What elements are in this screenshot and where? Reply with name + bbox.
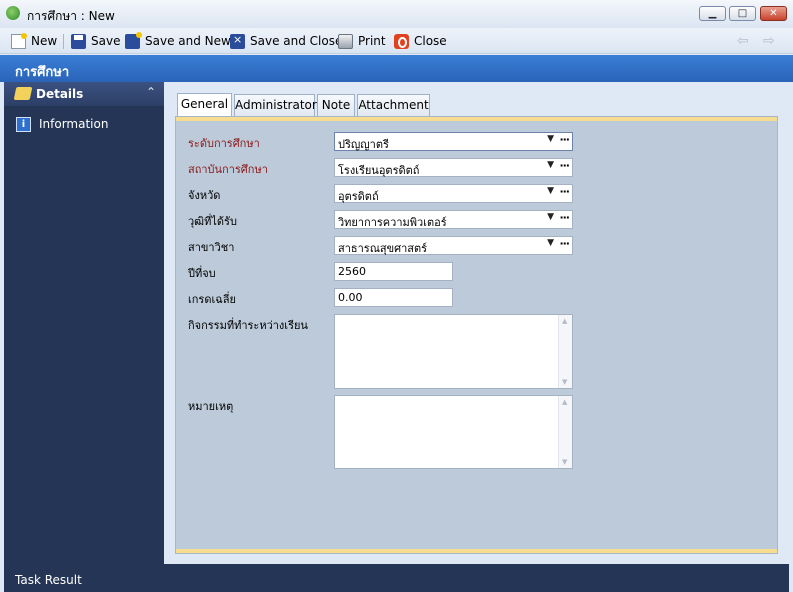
save-and-new-label: Save and New (145, 34, 231, 48)
province-combo[interactable]: อุตรดิตถ์ ▼ ··· (334, 184, 573, 203)
remarks-scrollbar[interactable]: ▲ ▼ (558, 396, 572, 468)
graduation-year-label: ปีที่จบ (188, 267, 216, 280)
ellipsis-icon[interactable]: ··· (559, 185, 570, 198)
institution-label: สถาบันการศึกษา (188, 163, 268, 176)
scroll-up-arrow-icon[interactable]: ▲ (562, 317, 567, 325)
degree-combo[interactable]: วิทยาการความพิวเตอร์ ▼ ··· (334, 210, 573, 229)
tab-note[interactable]: Note (317, 94, 355, 116)
dropdown-arrow-icon[interactable]: ▼ (547, 160, 554, 170)
dropdown-arrow-icon[interactable]: ▼ (547, 212, 554, 222)
close-window-button[interactable]: ✕ (760, 6, 787, 21)
activities-textarea[interactable]: ▲ ▼ (334, 314, 573, 389)
save-and-new-button[interactable]: Save and New (125, 31, 231, 50)
remarks-label: หมายเหตุ (188, 400, 234, 413)
details-section-header[interactable]: Details ⌃ (4, 82, 164, 106)
tab-page-bottom-accent (176, 549, 777, 553)
province-label: จังหวัด (188, 189, 221, 202)
toolbar: New Save Save and New Save and Close Pri… (0, 28, 793, 54)
new-button[interactable]: New (11, 32, 57, 50)
save-button-label: Save (91, 34, 121, 48)
previous-record-arrow-icon[interactable]: ⇦ (737, 33, 749, 49)
save-icon (71, 33, 86, 49)
activities-label: กิจกรรมที่ทำระหว่างเรียน (188, 319, 308, 332)
app-icon (6, 6, 20, 20)
sidebar-item-information[interactable]: i Information (4, 114, 164, 136)
details-section-title: Details (36, 87, 84, 101)
toolbar-separator (63, 34, 64, 49)
general-tab-page: ระดับการศึกษา ปริญญาตรี ▼ ··· สถาบันการศ… (175, 116, 778, 554)
degree-value: วิทยาการความพิวเตอร์ (338, 216, 447, 229)
status-bar: Task Result (4, 564, 789, 592)
form-header: การศึกษา (0, 55, 793, 82)
main-content: General Administrator Note Attachment ระ… (164, 82, 789, 564)
task-result-label[interactable]: Task Result (15, 573, 82, 587)
institution-combo[interactable]: โรงเรียนอุตรดิตถ์ ▼ ··· (334, 158, 573, 177)
save-button[interactable]: Save (71, 32, 120, 50)
scroll-down-arrow-icon[interactable]: ▼ (562, 458, 567, 466)
institution-value: โรงเรียนอุตรดิตถ์ (338, 164, 420, 177)
maximize-button[interactable]: □ (729, 6, 756, 21)
print-button-label: Print (358, 34, 386, 48)
ellipsis-icon[interactable]: ··· (559, 211, 570, 224)
dropdown-arrow-icon[interactable]: ▼ (547, 238, 554, 248)
education-level-label: ระดับการศึกษา (188, 137, 260, 150)
education-level-value: ปริญญาตรี (338, 138, 389, 151)
collapse-chevron-icon[interactable]: ⌃ (146, 85, 156, 99)
activities-scrollbar[interactable]: ▲ ▼ (558, 315, 572, 388)
graduation-year-value: 2560 (338, 265, 366, 278)
gpa-value: 0.00 (338, 291, 363, 304)
form-title: การศึกษา (15, 65, 70, 80)
dropdown-arrow-icon[interactable]: ▼ (547, 134, 554, 144)
dropdown-arrow-icon[interactable]: ▼ (547, 186, 554, 196)
power-close-icon (394, 33, 409, 49)
new-button-label: New (31, 34, 58, 48)
window-title-bar: การศึกษา : New ▁ □ ✕ (0, 0, 793, 28)
ellipsis-icon[interactable]: ··· (559, 159, 570, 172)
degree-label: วุฒิที่ได้รับ (188, 215, 237, 228)
minimize-button[interactable]: ▁ (699, 6, 726, 21)
tab-administrator[interactable]: Administrator (234, 94, 317, 116)
close-button[interactable]: Close (394, 32, 447, 50)
major-label: สาขาวิชา (188, 241, 235, 254)
gpa-label: เกรดเฉลี่ย (188, 293, 236, 306)
education-level-combo[interactable]: ปริญญาตรี ▼ ··· (334, 132, 573, 151)
graduation-year-input[interactable]: 2560 (334, 262, 453, 281)
sidebar-item-label: Information (39, 117, 109, 131)
save-and-close-button[interactable]: Save and Close (230, 32, 342, 50)
save-and-new-icon (125, 31, 142, 49)
scroll-up-arrow-icon[interactable]: ▲ (562, 398, 567, 406)
info-icon: i (16, 117, 31, 132)
next-record-arrow-icon[interactable]: ⇨ (763, 33, 775, 49)
window-title: การศึกษา : New (27, 9, 115, 23)
major-value: สาธารณสุขศาสตร์ (338, 242, 428, 255)
gpa-input[interactable]: 0.00 (334, 288, 453, 307)
ellipsis-icon[interactable]: ··· (559, 237, 570, 250)
close-button-label: Close (414, 34, 447, 48)
tab-general[interactable]: General (177, 93, 232, 117)
province-value: อุตรดิตถ์ (338, 190, 379, 203)
scroll-down-arrow-icon[interactable]: ▼ (562, 378, 567, 386)
new-document-icon (11, 32, 27, 49)
remarks-textarea[interactable]: ▲ ▼ (334, 395, 573, 469)
printer-icon (338, 33, 353, 49)
sidebar: Details ⌃ i Information (4, 82, 164, 564)
details-folder-icon (13, 87, 33, 100)
tab-attachment[interactable]: Attachment (357, 94, 430, 116)
ellipsis-icon[interactable]: ··· (559, 133, 570, 146)
save-and-close-label: Save and Close (250, 34, 343, 48)
major-combo[interactable]: สาธารณสุขศาสตร์ ▼ ··· (334, 236, 573, 255)
print-button[interactable]: Print (338, 32, 386, 50)
tab-page-top-accent (176, 117, 777, 121)
save-and-close-icon (230, 33, 245, 49)
